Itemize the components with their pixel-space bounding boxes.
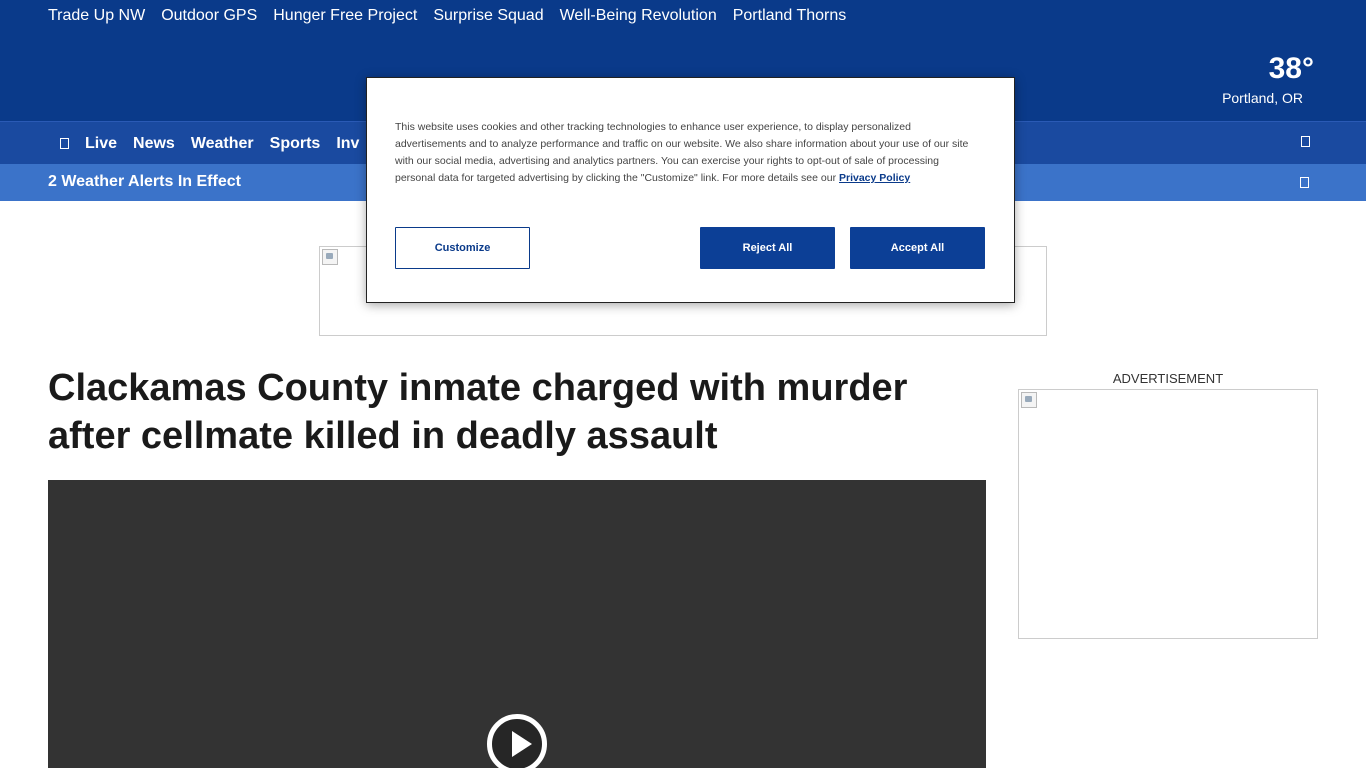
- accept-all-button[interactable]: Accept All: [850, 227, 985, 269]
- play-icon[interactable]: [487, 714, 547, 768]
- ad-label: ADVERTISEMENT: [1112, 371, 1224, 386]
- nav-items: Live News Weather Sports Inv: [60, 122, 359, 165]
- chevron-down-icon[interactable]: [1300, 177, 1309, 188]
- weather-widget[interactable]: 38° Portland, OR: [1222, 52, 1314, 106]
- video-player[interactable]: [48, 480, 986, 768]
- page: Trade Up NW Outdoor GPS Hunger Free Proj…: [0, 0, 1366, 768]
- broken-image-icon: [1021, 392, 1037, 408]
- weather-temperature: 38°: [1268, 52, 1314, 85]
- top-link-portland-thorns[interactable]: Portland Thorns: [733, 7, 847, 25]
- nav-item-sports[interactable]: Sports: [270, 135, 321, 153]
- search-icon[interactable]: [1301, 136, 1310, 147]
- article-headline: Clackamas County inmate charged with mur…: [48, 367, 908, 457]
- nav-item-news[interactable]: News: [133, 135, 175, 153]
- top-link-hunger-free-project[interactable]: Hunger Free Project: [273, 7, 417, 25]
- reject-all-button[interactable]: Reject All: [700, 227, 835, 269]
- ad-sidebar[interactable]: [1018, 389, 1318, 639]
- weather-city: Portland, OR: [1222, 90, 1303, 106]
- top-links: Trade Up NW Outdoor GPS Hunger Free Proj…: [48, 7, 846, 25]
- cookie-consent-text: This website uses cookies and other trac…: [395, 119, 981, 187]
- menu-icon[interactable]: [60, 138, 69, 149]
- nav-item-weather[interactable]: Weather: [191, 135, 254, 153]
- customize-button[interactable]: Customize: [395, 227, 530, 269]
- privacy-policy-link[interactable]: Privacy Policy: [839, 172, 910, 184]
- top-link-outdoor-gps[interactable]: Outdoor GPS: [161, 7, 257, 25]
- top-link-well-being-revolution[interactable]: Well-Being Revolution: [560, 7, 717, 25]
- top-link-trade-up-nw[interactable]: Trade Up NW: [48, 7, 145, 25]
- nav-item-live[interactable]: Live: [85, 135, 117, 153]
- nav-item-investigations[interactable]: Inv: [336, 135, 359, 153]
- top-link-surprise-squad[interactable]: Surprise Squad: [433, 7, 543, 25]
- cookie-consent-dialog: This website uses cookies and other trac…: [366, 77, 1015, 303]
- weather-alert-text[interactable]: 2 Weather Alerts In Effect: [48, 173, 241, 191]
- broken-image-icon: [322, 249, 338, 265]
